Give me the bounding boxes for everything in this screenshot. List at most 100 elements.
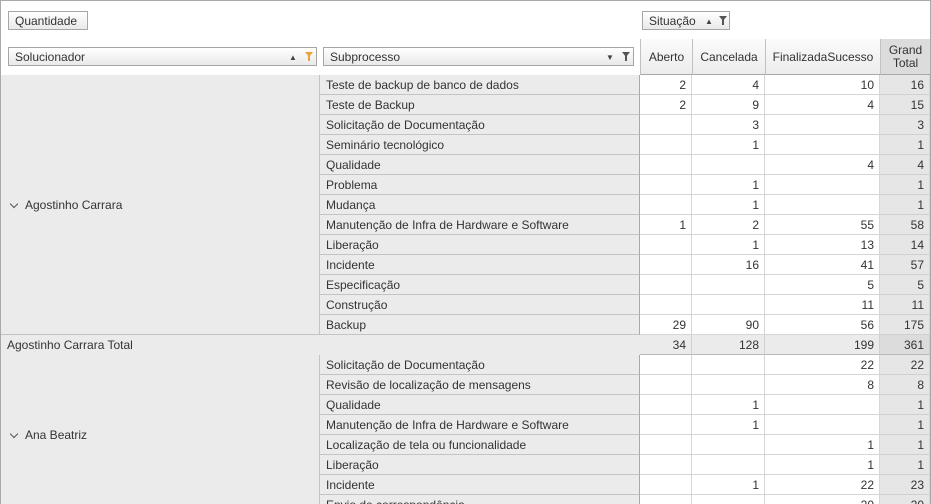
value-cell[interactable]: 1 bbox=[640, 215, 692, 235]
grand-total-cell[interactable]: 23 bbox=[880, 475, 930, 495]
row-header-subprocesso[interactable]: Manutenção de Infra de Hardware e Softwa… bbox=[320, 415, 640, 435]
grand-total-cell[interactable]: 11 bbox=[880, 295, 930, 315]
value-cell[interactable] bbox=[640, 155, 692, 175]
grand-total-cell[interactable]: 4 bbox=[880, 155, 930, 175]
row-header-subprocesso[interactable]: Teste de backup de banco de dados bbox=[320, 75, 640, 95]
value-cell[interactable]: 55 bbox=[765, 215, 880, 235]
value-cell[interactable] bbox=[640, 115, 692, 135]
value-cell[interactable]: 9 bbox=[692, 95, 765, 115]
row-header-subprocesso[interactable]: Problema bbox=[320, 175, 640, 195]
value-cell[interactable]: 34 bbox=[640, 335, 692, 355]
column-field-situacao[interactable]: Situação ▲ bbox=[642, 11, 730, 30]
value-cell[interactable] bbox=[692, 375, 765, 395]
value-cell[interactable]: 1 bbox=[692, 135, 765, 155]
value-cell[interactable]: 1 bbox=[692, 395, 765, 415]
grand-total-cell[interactable]: 16 bbox=[880, 75, 930, 95]
value-cell[interactable] bbox=[640, 415, 692, 435]
grand-total-cell[interactable]: 14 bbox=[880, 235, 930, 255]
value-cell[interactable] bbox=[692, 155, 765, 175]
row-header-subprocesso[interactable]: Teste de Backup bbox=[320, 95, 640, 115]
value-cell[interactable]: 22 bbox=[765, 355, 880, 375]
row-header-subprocesso[interactable]: Backup bbox=[320, 315, 640, 335]
value-cell[interactable]: 1 bbox=[765, 455, 880, 475]
row-header-subprocesso[interactable]: Solicitação de Documentação bbox=[320, 115, 640, 135]
value-cell[interactable]: 1 bbox=[692, 175, 765, 195]
grand-total-cell[interactable]: 1 bbox=[880, 195, 930, 215]
grand-total-cell[interactable]: 1 bbox=[880, 455, 930, 475]
value-cell[interactable] bbox=[640, 235, 692, 255]
value-cell[interactable] bbox=[640, 475, 692, 495]
value-cell[interactable] bbox=[640, 275, 692, 295]
grand-total-cell[interactable]: 58 bbox=[880, 215, 930, 235]
value-cell[interactable] bbox=[692, 495, 765, 504]
row-header-subprocesso[interactable]: Liberação bbox=[320, 235, 640, 255]
grand-total-cell[interactable]: 22 bbox=[880, 355, 930, 375]
row-header-subprocesso[interactable]: Envio de correspondência bbox=[320, 495, 640, 504]
value-cell[interactable]: 4 bbox=[765, 155, 880, 175]
row-header-subprocesso[interactable]: Localização de tela ou funcionalidade bbox=[320, 435, 640, 455]
filter-active-icon[interactable] bbox=[305, 52, 313, 61]
value-cell[interactable] bbox=[640, 175, 692, 195]
row-group-header[interactable]: Agostinho Carrara bbox=[9, 195, 122, 215]
value-cell[interactable]: 1 bbox=[692, 475, 765, 495]
value-cell[interactable]: 41 bbox=[765, 255, 880, 275]
grand-total-cell[interactable]: 1 bbox=[880, 175, 930, 195]
value-cell[interactable]: 90 bbox=[692, 315, 765, 335]
value-cell[interactable]: 22 bbox=[765, 475, 880, 495]
grand-total-cell[interactable]: 175 bbox=[880, 315, 930, 335]
column-header-cancelada[interactable]: Cancelada bbox=[692, 39, 765, 75]
value-cell[interactable]: 4 bbox=[692, 75, 765, 95]
value-cell[interactable]: 1 bbox=[692, 235, 765, 255]
value-cell[interactable] bbox=[640, 135, 692, 155]
row-header-subprocesso[interactable]: Seminário tecnológico bbox=[320, 135, 640, 155]
filter-icon[interactable] bbox=[622, 52, 630, 61]
row-header-subprocesso[interactable]: Manutenção de Infra de Hardware e Softwa… bbox=[320, 215, 640, 235]
value-cell[interactable] bbox=[765, 175, 880, 195]
row-header-subprocesso[interactable]: Incidente bbox=[320, 255, 640, 275]
value-cell[interactable] bbox=[640, 455, 692, 475]
value-cell[interactable]: 56 bbox=[765, 315, 880, 335]
grand-total-cell[interactable]: 5 bbox=[880, 275, 930, 295]
grand-total-cell[interactable]: 57 bbox=[880, 255, 930, 275]
value-cell[interactable]: 1 bbox=[692, 415, 765, 435]
value-cell[interactable]: 16 bbox=[692, 255, 765, 275]
grand-total-cell[interactable]: 15 bbox=[880, 95, 930, 115]
grand-total-cell[interactable]: 1 bbox=[880, 135, 930, 155]
value-cell[interactable]: 8 bbox=[765, 375, 880, 395]
chevron-down-icon[interactable] bbox=[9, 429, 19, 439]
value-cell[interactable]: 2 bbox=[692, 215, 765, 235]
grand-total-cell[interactable]: 1 bbox=[880, 415, 930, 435]
value-cell[interactable]: 128 bbox=[692, 335, 765, 355]
value-cell[interactable]: 2 bbox=[640, 75, 692, 95]
value-cell[interactable] bbox=[692, 455, 765, 475]
chevron-down-icon[interactable] bbox=[9, 199, 19, 209]
value-cell[interactable]: 4 bbox=[765, 95, 880, 115]
value-cell[interactable]: 199 bbox=[765, 335, 880, 355]
value-cell[interactable]: 29 bbox=[640, 315, 692, 335]
row-header-subprocesso[interactable]: Qualidade bbox=[320, 395, 640, 415]
value-cell[interactable]: 13 bbox=[765, 235, 880, 255]
value-cell[interactable]: 1 bbox=[765, 435, 880, 455]
row-header-subprocesso[interactable]: Solicitação de Documentação bbox=[320, 355, 640, 375]
filter-icon[interactable] bbox=[719, 16, 727, 25]
value-cell[interactable]: 11 bbox=[765, 295, 880, 315]
value-cell[interactable]: 5 bbox=[765, 275, 880, 295]
row-header-subprocesso[interactable]: Qualidade bbox=[320, 155, 640, 175]
row-header-subprocesso[interactable]: Revisão de localização de mensagens bbox=[320, 375, 640, 395]
grand-total-cell[interactable]: 20 bbox=[880, 495, 930, 504]
value-cell[interactable] bbox=[640, 495, 692, 504]
value-cell[interactable] bbox=[765, 115, 880, 135]
value-cell[interactable] bbox=[640, 355, 692, 375]
value-cell[interactable] bbox=[692, 275, 765, 295]
column-header-finalizadasucesso[interactable]: FinalizadaSucesso bbox=[765, 39, 880, 75]
row-header-subprocesso[interactable]: Mudança bbox=[320, 195, 640, 215]
value-cell[interactable]: 1 bbox=[692, 195, 765, 215]
row-header-subprocesso[interactable]: Construção bbox=[320, 295, 640, 315]
value-cell[interactable] bbox=[692, 295, 765, 315]
value-cell[interactable] bbox=[640, 395, 692, 415]
row-header-subprocesso[interactable]: Liberação bbox=[320, 455, 640, 475]
value-cell[interactable]: 3 bbox=[692, 115, 765, 135]
grand-total-cell[interactable]: 361 bbox=[880, 335, 930, 355]
value-cell[interactable] bbox=[640, 255, 692, 275]
grand-total-cell[interactable]: 1 bbox=[880, 435, 930, 455]
